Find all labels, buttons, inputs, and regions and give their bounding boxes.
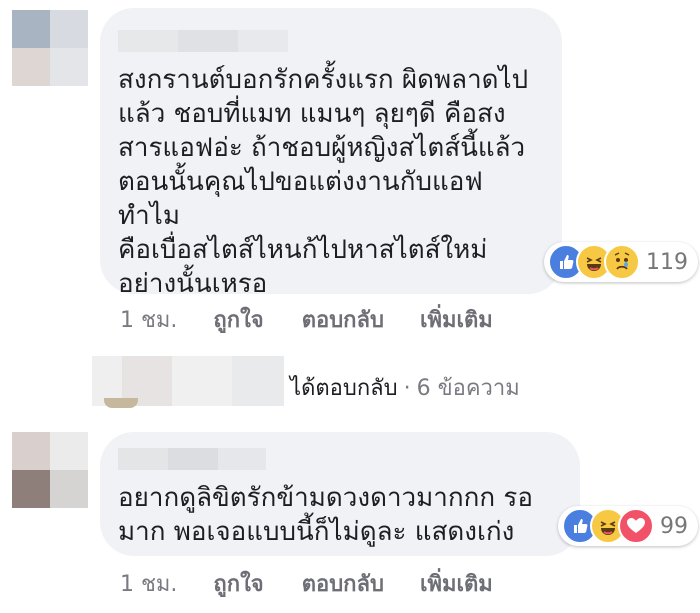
replier-avatar-fragment — [104, 398, 138, 408]
view-replies-link[interactable]: ได้ตอบกลับ · 6 ข้อความ — [290, 370, 520, 405]
reply-link[interactable]: ตอบกลับ — [302, 566, 384, 601]
reaction-count: 99 — [660, 513, 688, 539]
reaction-summary[interactable]: 119 — [544, 242, 698, 282]
like-link[interactable]: ถูกใจ — [213, 566, 263, 601]
like-link[interactable]: ถูกใจ — [213, 302, 263, 337]
avatar-pixel — [12, 470, 50, 508]
avatar-pixel — [12, 432, 50, 470]
replies-label: ได้ตอบกลับ — [290, 376, 398, 401]
reaction-count: 119 — [646, 249, 688, 275]
comment-text: สงกรานต์บอกรักครั้งแรก ผิดพลาดไป แล้ว ชอ… — [118, 65, 529, 299]
replies-separator: · — [403, 376, 411, 401]
more-link[interactable]: เพิ่มเติม — [420, 302, 493, 337]
avatar-pixel — [50, 10, 88, 48]
comment-actions: 1 ชม. ถูกใจ ตอบกลับ เพิ่มเติม — [120, 302, 493, 337]
commenter-name-blurred[interactable] — [118, 448, 266, 470]
avatar-pixel — [50, 48, 88, 86]
comment-actions: 1 ชม. ถูกใจ ตอบกลับ เพิ่มเติม — [120, 566, 493, 601]
replies-count: 6 ข้อความ — [416, 376, 520, 401]
avatar-pixel — [50, 432, 88, 470]
comment-text: อยากดูลิขิตรักข้ามดวงดาวมากกก รอ มาก พอเ… — [118, 483, 533, 547]
commenter-name-blurred[interactable] — [118, 30, 288, 52]
avatar-pixel — [12, 48, 50, 86]
more-link[interactable]: เพิ่มเติม — [420, 566, 493, 601]
reply-link[interactable]: ตอบกลับ — [302, 302, 384, 337]
love-icon — [618, 508, 654, 544]
avatar-pixel — [12, 10, 50, 48]
comment-time[interactable]: 1 ชม. — [120, 566, 177, 601]
sad-icon — [604, 244, 640, 280]
commenter-avatar[interactable] — [12, 10, 88, 86]
commenter-avatar[interactable] — [12, 432, 88, 508]
avatar-pixel — [50, 470, 88, 508]
comment-time[interactable]: 1 ชม. — [120, 302, 177, 337]
reaction-summary[interactable]: 99 — [558, 506, 698, 546]
